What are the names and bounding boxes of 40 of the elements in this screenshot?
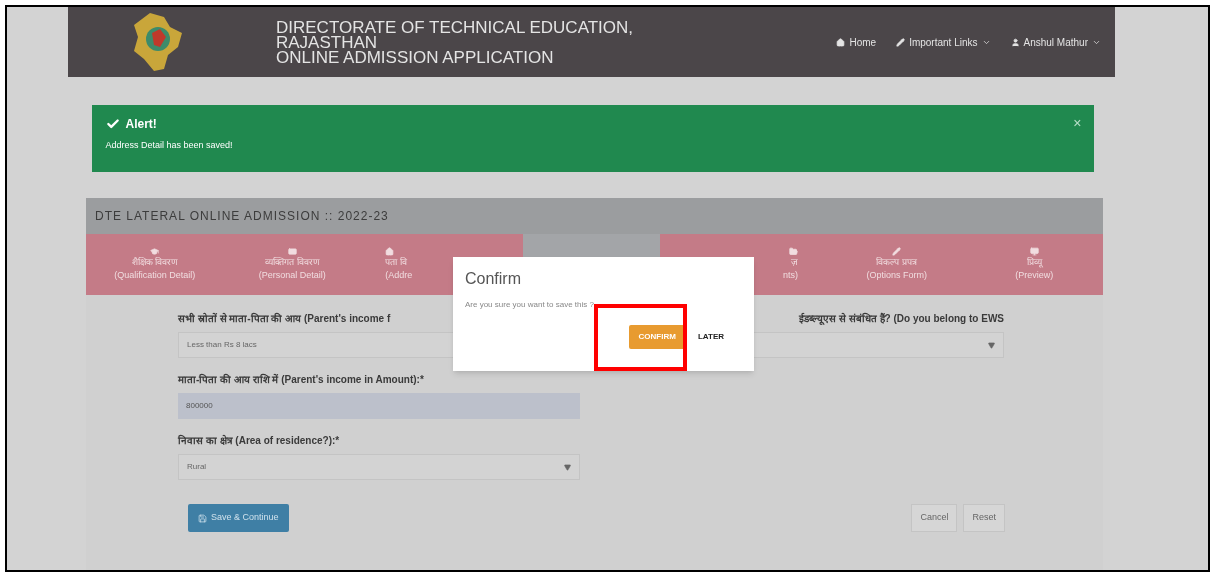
select-field[interactable]: Rural — [178, 454, 580, 480]
step-icon — [287, 247, 297, 256]
step-icon — [892, 247, 902, 256]
nav-link[interactable]: Important Links — [909, 34, 978, 50]
step-icon — [385, 247, 395, 256]
step-tab[interactable]: व्यक्तिगत विवरण (Personal Detail) — [223, 234, 362, 295]
header-title: DIRECTORATE OF TECHNICAL EDUCATION, — [276, 19, 634, 35]
check-icon — [105, 117, 120, 131]
field-label: सभी स्रोतों से माता-पिता की आय (Parent's income f — [178, 311, 391, 326]
later-button[interactable]: LATER — [693, 325, 728, 349]
user-icon — [1010, 37, 1020, 47]
dropdown-arrow-icon — [988, 341, 995, 349]
step-tab[interactable]: विकल्प प्रपत्र (Options Form) — [827, 234, 966, 295]
alert-title: Alert! — [125, 116, 157, 133]
header-title: RAJASTHAN — [276, 34, 378, 50]
alert-message: Address Detail has been saved! — [105, 139, 234, 152]
field-label: माता-पिता की आय राशि में (Parent's income in Amount):* — [178, 372, 424, 387]
step-tab[interactable]: प्रिव्यू (Preview) — [965, 234, 1104, 295]
dropdown-arrow-icon — [564, 463, 571, 471]
save-continue-button[interactable]: Save & Continue — [188, 504, 289, 532]
nav-link[interactable]: Anshul Mathur — [1023, 34, 1088, 50]
pencil-icon — [896, 37, 906, 47]
save-icon — [198, 513, 207, 523]
step-tab[interactable]: शैक्षिक विवरण (Qualification Detail) — [86, 234, 224, 295]
field-label: ईडब्ल्यूएस से संबंधित हैं? (Do you belong to EWS — [799, 311, 1004, 326]
home-icon — [836, 37, 846, 47]
input-field[interactable]: 800000 — [178, 393, 580, 419]
field-label: निवास का क्षेत्र (Area of residence?):* — [178, 433, 340, 448]
step-icon — [150, 247, 160, 256]
confirm-button[interactable]: CONFIRM — [628, 325, 686, 349]
step-icon — [788, 247, 798, 256]
dialog-message: Are you sure you want to save this ? — [465, 299, 595, 311]
nav-link[interactable]: Home — [849, 34, 877, 50]
dialog-title: Confirm — [465, 269, 522, 289]
close-button[interactable]: × — [1073, 113, 1082, 134]
panel-title: DTE LATERAL ONLINE ADMISSION :: 2022-23 — [95, 208, 389, 225]
step-icon — [1029, 247, 1039, 256]
header-title: ONLINE ADMISSION APPLICATION — [276, 49, 555, 65]
cancel-button[interactable]: Cancel — [911, 504, 958, 532]
reset-button[interactable]: Reset — [963, 504, 1005, 532]
